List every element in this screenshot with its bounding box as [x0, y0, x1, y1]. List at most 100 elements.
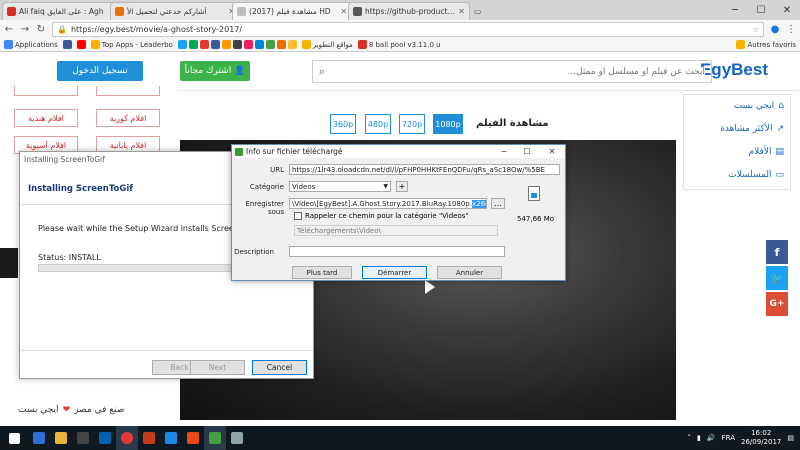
notifications-icon[interactable]: ▤ [787, 434, 794, 442]
browser-tab-2[interactable]: أشاركم خدعتي لتحميل الأ ✕ [110, 2, 240, 20]
close-icon[interactable]: ✕ [340, 7, 347, 16]
cancel-install-button[interactable]: Cancel [252, 360, 307, 375]
selected-text: x264.MP4 [471, 199, 486, 208]
window-controls: ─ ☐ ✕ [722, 0, 800, 20]
start-button[interactable] [0, 426, 28, 450]
play-icon[interactable] [425, 280, 435, 294]
taskbar-app[interactable] [72, 426, 94, 450]
url-text: https://egy.best/movie/a-ghost-story-201… [70, 24, 243, 34]
forward-icon[interactable]: → [20, 24, 30, 35]
category-button-partial[interactable] [14, 86, 78, 96]
taskbar-app[interactable] [50, 426, 72, 450]
menu-icon[interactable]: ⋮ [786, 24, 796, 35]
site-icon [243, 40, 253, 49]
bookmark-apps[interactable]: Applications [4, 40, 58, 49]
other-bookmarks[interactable]: Autres favoris [736, 40, 796, 49]
tab-favicon [115, 7, 124, 16]
clock[interactable]: 16:02 26/09/2017 [741, 429, 781, 447]
github-icon [232, 40, 242, 49]
taskbar-app[interactable] [204, 426, 226, 450]
remember-path-option[interactable]: Rappeler ce chemin pour la catégorie "Vi… [294, 212, 469, 220]
nav-home[interactable]: ايجي بست ⌂ [734, 101, 784, 111]
volume-icon[interactable]: 🔊 [707, 434, 716, 442]
browse-button[interactable]: … [491, 198, 505, 209]
bookmark-topapps[interactable]: Top Apps - Leaderbo [90, 40, 173, 49]
cancel-download-button[interactable]: Annuler [437, 266, 502, 279]
taskbar-app[interactable] [94, 426, 116, 450]
taskbar-app[interactable] [226, 426, 248, 450]
search-input[interactable] [331, 66, 705, 77]
idm-icon [235, 147, 243, 156]
system-tray: ˄ ▮ 🔊 FRA 16:02 26/09/2017 ▤ [688, 426, 794, 450]
bookmark-youtube[interactable] [76, 40, 86, 49]
signup-button[interactable]: اشترك مجاناً 👤 [180, 61, 250, 81]
close-icon[interactable]: ✕ [541, 145, 563, 158]
site-icon [287, 40, 297, 49]
address-bar[interactable]: 🔒 https://egy.best/movie/a-ghost-story-2… [52, 21, 764, 37]
description-field[interactable] [289, 246, 505, 257]
star-icon[interactable]: ☆ [752, 25, 759, 34]
quality-480p[interactable]: 480p [365, 114, 391, 134]
browser-tab-4[interactable]: https://github-production ✕ [348, 2, 470, 20]
nav-trending[interactable]: الأكثر مشاهدة ↗ [720, 124, 784, 134]
quality-720p[interactable]: 720p [399, 114, 425, 134]
quality-360p[interactable]: 360p [330, 114, 356, 134]
new-tab-button[interactable]: ▭ [470, 2, 488, 20]
add-category-button[interactable]: + [396, 181, 408, 192]
search-icon[interactable]: ⌕ [319, 65, 325, 79]
taskbar-app[interactable] [138, 426, 160, 450]
close-window-icon[interactable]: ✕ [774, 0, 800, 20]
taskbar-app[interactable] [182, 426, 204, 450]
folder-icon [736, 40, 746, 49]
maximize-icon[interactable]: ☐ [748, 0, 774, 20]
bookmark-8ball[interactable]: 8 ball pool v3.11.0 u [357, 40, 441, 49]
nav-movies[interactable]: الأفلام ▤ [749, 147, 784, 157]
save-path-field[interactable]: \Video\[EgyBest].A.Ghost.Story.2017.BluR… [289, 198, 487, 209]
facebook-icon [62, 40, 72, 49]
remember-checkbox[interactable] [294, 212, 302, 220]
twitter-share-icon[interactable]: 🐦 [766, 266, 788, 290]
bookmark-dev-sites[interactable]: مواقع التطوير [301, 40, 353, 49]
facebook-share-icon[interactable]: f [766, 240, 788, 264]
minimize-icon[interactable]: ─ [493, 145, 515, 158]
app-icon [187, 432, 199, 444]
dialog-titlebar: Info sur fichier téléchargé ─ ☐ ✕ [232, 145, 565, 158]
minimize-icon[interactable]: ─ [722, 0, 748, 20]
installer-title: Installing ScreenToGif [24, 155, 105, 164]
reload-icon[interactable]: ↻ [36, 24, 46, 35]
taskbar-app[interactable] [116, 426, 138, 450]
maximize-icon[interactable]: ☐ [516, 145, 538, 158]
bookmark-misc[interactable] [177, 40, 297, 49]
taskbar-app[interactable] [160, 426, 182, 450]
extension-icon[interactable]: ● [770, 24, 780, 35]
file-icon [528, 186, 540, 201]
twitter-icon [177, 40, 187, 49]
category-indian[interactable]: افلام هندية [14, 109, 78, 127]
tab-title: أشاركم خدعتي لتحميل الأ [127, 7, 207, 16]
category-button-partial[interactable] [96, 86, 160, 96]
category-select[interactable]: Videos ▼ [289, 181, 391, 192]
site-icon [254, 40, 264, 49]
browser-tab-3-active[interactable]: مشاهدة فيلم (2017) HD ✕ [232, 2, 352, 20]
url-field[interactable]: https://1lr43.oloadcdn.net/dl/l/pFHP0HHK… [289, 164, 560, 175]
back-icon[interactable]: ← [4, 24, 14, 35]
quality-1080p[interactable]: 1080p [433, 114, 463, 134]
search-box: ⌕ [312, 60, 712, 83]
signup-label: اشترك مجاناً [184, 66, 232, 76]
next-button[interactable]: Next [190, 360, 245, 375]
chevron-up-icon[interactable]: ˄ [688, 434, 692, 442]
network-icon[interactable]: ▮ [697, 434, 701, 442]
later-button[interactable]: Plus tard [292, 266, 352, 279]
language-indicator[interactable]: FRA [722, 434, 735, 442]
start-button[interactable]: Démarrer [362, 266, 427, 279]
user-icon: 👤 [234, 66, 246, 76]
8ball-icon [357, 40, 367, 49]
taskbar-app[interactable] [28, 426, 50, 450]
googleplus-share-icon[interactable]: G+ [766, 292, 788, 316]
close-icon[interactable]: ✕ [458, 7, 465, 16]
login-button[interactable]: تسجيل الدخول [57, 61, 143, 81]
nav-series[interactable]: المسلسلات ▭ [728, 170, 784, 180]
default-path-field: Téléchargements\Video\ [294, 225, 498, 236]
category-korean[interactable]: افلام كورية [96, 109, 160, 127]
bookmark-facebook[interactable] [62, 40, 72, 49]
